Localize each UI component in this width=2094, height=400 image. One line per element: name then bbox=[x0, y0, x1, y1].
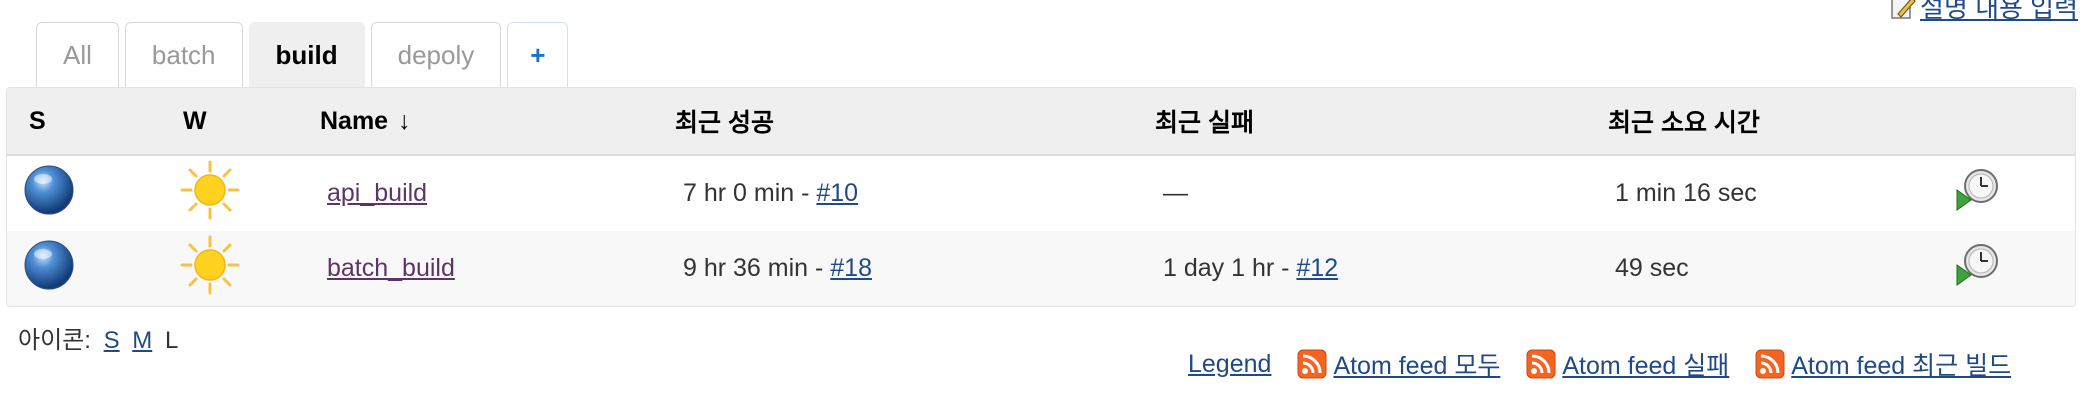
icon-size-large: L bbox=[164, 327, 179, 354]
rss-icon bbox=[1526, 349, 1556, 379]
icon-size-selector: 아이콘: S M L bbox=[18, 320, 178, 355]
header-last-failure[interactable]: 최근 실패 bbox=[1155, 103, 1254, 139]
job-link-batch-build[interactable]: batch_build bbox=[327, 254, 455, 283]
build-link[interactable]: #10 bbox=[816, 179, 858, 207]
feed-latest[interactable]: Atom feed 최근 빌드 bbox=[1755, 346, 2011, 382]
header-weather[interactable]: W bbox=[183, 107, 207, 136]
footer-links: Legend Atom feed 모두 Atom feed 실패 Atom fe… bbox=[1188, 346, 2011, 382]
tab-all[interactable]: All bbox=[36, 22, 119, 88]
header-name-label: Name bbox=[320, 106, 389, 135]
feed-all[interactable]: Atom feed 모두 bbox=[1297, 346, 1500, 382]
feed-latest-link[interactable]: Atom feed 최근 빌드 bbox=[1791, 346, 2011, 382]
header-status[interactable]: S bbox=[29, 107, 46, 136]
icon-size-medium[interactable]: M bbox=[132, 327, 152, 354]
header-last-duration[interactable]: 최근 소요 시간 bbox=[1608, 103, 1760, 139]
build-link[interactable]: #18 bbox=[830, 254, 872, 282]
feed-all-link[interactable]: Atom feed 모두 bbox=[1333, 346, 1500, 382]
last-failure: — bbox=[1163, 179, 1188, 207]
last-failure-time: 1 day 1 hr - bbox=[1163, 254, 1297, 282]
last-success-time: 7 hr 0 min - bbox=[683, 179, 817, 207]
icon-size-label: 아이콘: bbox=[18, 327, 91, 354]
last-failure: 1 day 1 hr - #12 bbox=[1163, 254, 1338, 283]
rss-icon bbox=[1755, 349, 1785, 379]
edit-icon bbox=[1891, 0, 1916, 19]
job-link-api-build[interactable]: api_build bbox=[327, 179, 427, 208]
status-ball-icon bbox=[23, 239, 75, 298]
tab-depoly[interactable]: depoly bbox=[370, 22, 502, 88]
rss-icon bbox=[1297, 349, 1327, 379]
status-ball-icon bbox=[23, 164, 75, 223]
legend-link[interactable]: Legend bbox=[1188, 350, 1271, 379]
view-tabs: All batch build depoly + bbox=[36, 22, 569, 88]
icon-size-small[interactable]: S bbox=[104, 327, 120, 354]
sunny-icon bbox=[179, 159, 241, 228]
last-duration: 49 sec bbox=[1615, 254, 1689, 282]
feed-failures[interactable]: Atom feed 실패 bbox=[1526, 346, 1729, 382]
table-row: batch_build 9 hr 36 min - #18 1 day 1 hr… bbox=[7, 231, 2075, 306]
add-view-tab[interactable]: + bbox=[507, 22, 569, 88]
edit-description[interactable]: 설명 내용 입력 bbox=[1890, 0, 2078, 25]
feed-failures-link[interactable]: Atom feed 실패 bbox=[1562, 346, 1729, 382]
table-row: api_build 7 hr 0 min - #10 — 1 min 16 se… bbox=[7, 156, 2075, 231]
last-duration: 1 min 16 sec bbox=[1615, 179, 1757, 207]
schedule-build-icon[interactable] bbox=[1955, 166, 2003, 221]
build-link[interactable]: #12 bbox=[1296, 254, 1338, 282]
header-last-success[interactable]: 최근 성공 bbox=[675, 103, 774, 139]
sunny-icon bbox=[179, 234, 241, 303]
table-header: S W Name ↓ 최근 성공 최근 실패 최근 소요 시간 bbox=[7, 88, 2075, 156]
edit-description-link[interactable]: 설명 내용 입력 bbox=[1920, 0, 2078, 25]
tab-build[interactable]: build bbox=[248, 22, 365, 88]
tab-batch[interactable]: batch bbox=[124, 22, 243, 88]
last-success-time: 9 hr 36 min - bbox=[683, 254, 831, 282]
last-success: 7 hr 0 min - #10 bbox=[683, 179, 858, 208]
last-success: 9 hr 36 min - #18 bbox=[683, 254, 872, 283]
header-name[interactable]: Name ↓ bbox=[320, 107, 411, 136]
jobs-table: S W Name ↓ 최근 성공 최근 실패 최근 소요 시간 api_buil… bbox=[6, 87, 2076, 307]
schedule-build-icon[interactable] bbox=[1955, 241, 2003, 296]
sort-descending-icon: ↓ bbox=[398, 106, 411, 135]
